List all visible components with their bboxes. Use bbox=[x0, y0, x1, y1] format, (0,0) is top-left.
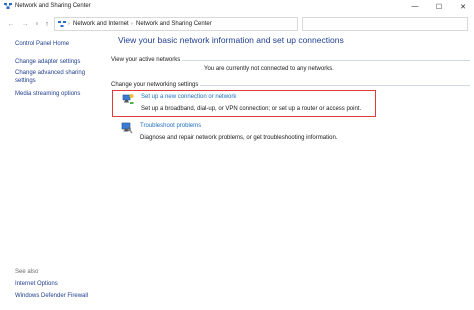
see-also-label: See also bbox=[15, 269, 39, 275]
sidebar-item-media-streaming-options[interactable]: Media streaming options bbox=[15, 90, 105, 98]
page-title: View your basic network information and … bbox=[118, 35, 344, 45]
task-new-connection: Set up a new connection or network Set u… bbox=[112, 90, 376, 117]
network-status-text: You are currently not connected to any n… bbox=[204, 66, 334, 72]
sidebar: Control Panel Home Change adapter settin… bbox=[0, 34, 108, 310]
window-title: Network and Sharing Center bbox=[15, 3, 91, 9]
task-troubleshoot: Troubleshoot problems Diagnose and repai… bbox=[112, 120, 376, 144]
active-networks-heading: View your active networks bbox=[111, 57, 181, 63]
new-connection-icon bbox=[122, 94, 134, 104]
back-button[interactable]: ← bbox=[5, 18, 17, 30]
breadcrumb-separator: › bbox=[68, 21, 70, 27]
networking-settings-heading: Change your networking settings bbox=[111, 82, 199, 88]
maximize-button[interactable]: ☐ bbox=[428, 0, 450, 13]
troubleshoot-link[interactable]: Troubleshoot problems bbox=[140, 122, 201, 130]
title-bar: Network and Sharing Center — ☐ ✕ bbox=[0, 0, 474, 13]
troubleshoot-icon bbox=[121, 122, 133, 134]
minimize-button[interactable]: — bbox=[404, 0, 426, 13]
sidebar-item-change-adapter-settings[interactable]: Change adapter settings bbox=[15, 58, 105, 66]
breadcrumb-separator: › bbox=[131, 21, 133, 27]
sidebar-item-windows-defender-firewall[interactable]: Windows Defender Firewall bbox=[15, 292, 105, 300]
network-center-icon bbox=[4, 3, 12, 9]
search-input[interactable] bbox=[302, 17, 468, 31]
main-content: View your basic network information and … bbox=[108, 34, 474, 310]
new-connection-description: Set up a broadband, dial-up, or VPN conn… bbox=[141, 106, 362, 112]
up-button[interactable]: ↑ bbox=[41, 18, 53, 30]
breadcrumb-network-and-sharing-center[interactable]: Network and Sharing Center bbox=[136, 20, 212, 28]
section-divider bbox=[182, 60, 470, 61]
close-button[interactable]: ✕ bbox=[452, 0, 474, 13]
control-panel-icon bbox=[58, 21, 66, 27]
address-toolbar: ← → ∨ ↑ › Network and Internet › Network… bbox=[0, 14, 474, 34]
sidebar-item-internet-options[interactable]: Internet Options bbox=[15, 280, 105, 288]
forward-button[interactable]: → bbox=[19, 18, 31, 30]
sidebar-item-change-advanced-sharing-settings[interactable]: Change advanced sharing settings bbox=[15, 69, 95, 85]
troubleshoot-description: Diagnose and repair network problems, or… bbox=[140, 135, 338, 141]
sidebar-item-control-panel-home[interactable]: Control Panel Home bbox=[15, 40, 105, 48]
new-connection-link[interactable]: Set up a new connection or network bbox=[141, 93, 236, 101]
breadcrumb-network-and-internet[interactable]: Network and Internet bbox=[73, 20, 129, 28]
section-divider bbox=[200, 85, 470, 86]
address-field[interactable]: › Network and Internet › Network and Sha… bbox=[54, 17, 345, 31]
